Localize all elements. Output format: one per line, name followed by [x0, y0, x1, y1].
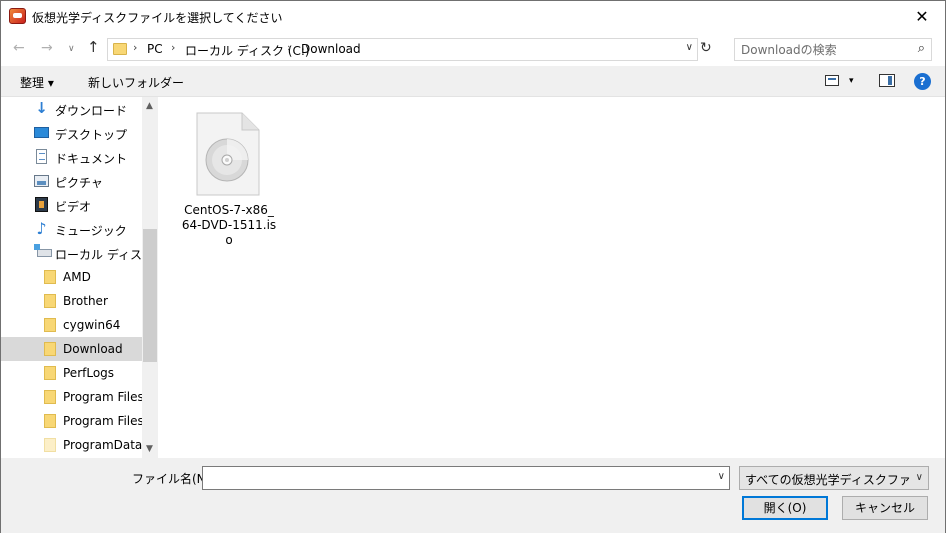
disc-image-icon	[196, 112, 260, 196]
sidebar-item-folder-amd[interactable]: AMD	[1, 265, 142, 289]
close-button[interactable]: ✕	[899, 1, 945, 31]
sidebar-item-videos[interactable]: ビデオ	[1, 193, 142, 217]
sidebar-item-label: ProgramData	[63, 438, 143, 452]
sidebar-item-downloads[interactable]: ↓ ダウンロード	[1, 97, 142, 121]
sidebar-item-folder-download[interactable]: Download	[1, 337, 142, 361]
navigation-bar: ← → ∨ ↑ › PC › ローカル ディスク (C:) › Download…	[1, 32, 945, 66]
file-name-label: CentOS-7-x86_64-DVD-1511.iso	[181, 203, 277, 247]
sidebar-item-folder-brother[interactable]: Brother	[1, 289, 142, 313]
open-button[interactable]: 開く(O)	[742, 496, 828, 520]
filename-combobox[interactable]: ∨	[202, 466, 730, 490]
search-icon: ⌕	[917, 41, 925, 56]
desktop-icon	[34, 127, 49, 138]
chevron-down-icon: ∨	[915, 472, 923, 483]
sidebar-item-documents[interactable]: ドキュメント	[1, 145, 142, 169]
pictures-icon	[34, 175, 49, 187]
address-history-dropdown-icon[interactable]: ∨	[686, 42, 693, 53]
window-title: 仮想光学ディスクファイルを選択してください	[32, 11, 283, 25]
breadcrumb-pc[interactable]: PC	[147, 42, 163, 56]
download-icon: ↓	[35, 99, 48, 117]
filetype-select[interactable]: すべての仮想光学ディスクファイル (* ∨	[739, 466, 929, 490]
sidebar-item-music[interactable]: ♪ ミュージック	[1, 217, 142, 241]
address-bar[interactable]: › PC › ローカル ディスク (C:) › Download ∨	[107, 38, 698, 61]
folder-icon	[44, 438, 56, 452]
sidebar-item-label: ドキュメント	[55, 152, 128, 166]
recent-locations-chevron-icon[interactable]: ∨	[68, 44, 75, 54]
sidebar-item-folder-programdata[interactable]: ProgramData	[1, 433, 142, 457]
sidebar-item-pictures[interactable]: ピクチャ	[1, 169, 142, 193]
sidebar-item-label: Program Files (	[63, 414, 153, 428]
help-icon[interactable]: ?	[914, 73, 931, 90]
music-icon: ♪	[36, 219, 47, 238]
drive-icon	[34, 244, 52, 257]
back-arrow-icon[interactable]: ←	[13, 40, 25, 56]
view-options-dropdown-icon[interactable]: ▾	[849, 76, 854, 86]
new-folder-button[interactable]: 新しいフォルダー	[88, 74, 184, 91]
folder-icon	[44, 318, 56, 332]
filetype-value: すべての仮想光学ディスクファイル (*	[745, 473, 910, 487]
navigation-pane: ↓ ダウンロード デスクトップ ドキュメント ピクチャ ビデオ ♪ ミュージック…	[1, 97, 158, 458]
change-view-icon[interactable]	[825, 75, 839, 86]
sidebar-item-label: ダウンロード	[55, 104, 128, 118]
file-item[interactable]: CentOS-7-x86_64-DVD-1511.iso	[181, 109, 277, 247]
sidebar-item-label: ピクチャ	[55, 176, 103, 190]
sidebar-item-folder-program-files-x86[interactable]: Program Files (	[1, 409, 152, 433]
sidebar-item-folder-perflogs[interactable]: PerfLogs	[1, 361, 142, 385]
breadcrumb-download[interactable]: Download	[301, 42, 361, 56]
title-bar: 仮想光学ディスクファイルを選択してください ✕	[1, 1, 945, 31]
command-toolbar: 整理 ▾ 新しいフォルダー ▾ ?	[1, 66, 945, 97]
sidebar-item-label: Download	[63, 342, 123, 356]
folder-icon	[44, 342, 56, 356]
chevron-right-icon[interactable]: ›	[287, 41, 291, 54]
folder-icon	[113, 43, 127, 55]
folder-icon	[44, 390, 56, 404]
navigation-pane-scrollbar[interactable]: ▲ ▼	[142, 97, 158, 458]
folder-icon	[44, 270, 56, 284]
refresh-icon[interactable]: ↻	[700, 40, 712, 56]
file-open-dialog: 仮想光学ディスクファイルを選択してください ✕ ← → ∨ ↑ › PC › ロ…	[0, 0, 946, 533]
dialog-footer: ファイル名(N): ∨ すべての仮想光学ディスクファイル (* ∨ 開く(O) …	[1, 458, 945, 533]
sidebar-item-desktop[interactable]: デスクトップ	[1, 121, 142, 145]
search-box[interactable]: ⌕	[734, 38, 932, 61]
video-icon	[35, 197, 48, 212]
organize-menu-button[interactable]: 整理 ▾	[20, 74, 54, 91]
sidebar-item-label: cygwin64	[63, 318, 121, 332]
file-list-area[interactable]: CentOS-7-x86_64-DVD-1511.iso	[159, 97, 945, 458]
scrollbar-thumb[interactable]	[143, 229, 157, 362]
preview-pane-icon[interactable]	[879, 74, 895, 87]
up-arrow-icon[interactable]: ↑	[87, 38, 100, 56]
filename-input[interactable]	[203, 467, 703, 489]
sidebar-item-label: AMD	[63, 270, 91, 284]
cancel-button[interactable]: キャンセル	[842, 496, 928, 520]
forward-arrow-icon[interactable]: →	[41, 40, 53, 56]
scroll-up-icon[interactable]: ▲	[146, 101, 153, 111]
documents-icon	[36, 149, 47, 164]
chevron-right-icon: ›	[133, 41, 138, 54]
sidebar-item-label: ミュージック	[55, 224, 127, 238]
search-input[interactable]	[735, 39, 905, 60]
sidebar-item-label: PerfLogs	[63, 366, 115, 380]
sidebar-item-label: ビデオ	[55, 200, 92, 214]
folder-icon	[44, 366, 56, 380]
virtualbox-app-icon	[9, 8, 26, 24]
scroll-down-icon[interactable]: ▼	[146, 444, 153, 454]
sidebar-item-label: Brother	[63, 294, 108, 308]
sidebar-item-local-disk[interactable]: ローカル ディスク (C	[1, 241, 158, 265]
sidebar-item-folder-program-files[interactable]: Program Files	[1, 385, 144, 409]
sidebar-item-label: デスクトップ	[55, 128, 128, 142]
folder-icon	[44, 294, 56, 308]
sidebar-item-label: Program Files	[63, 390, 144, 404]
chevron-down-icon[interactable]: ∨	[718, 471, 725, 482]
sidebar-item-folder-cygwin64[interactable]: cygwin64	[1, 313, 142, 337]
folder-icon	[44, 414, 56, 428]
chevron-right-icon[interactable]: ›	[171, 41, 175, 54]
